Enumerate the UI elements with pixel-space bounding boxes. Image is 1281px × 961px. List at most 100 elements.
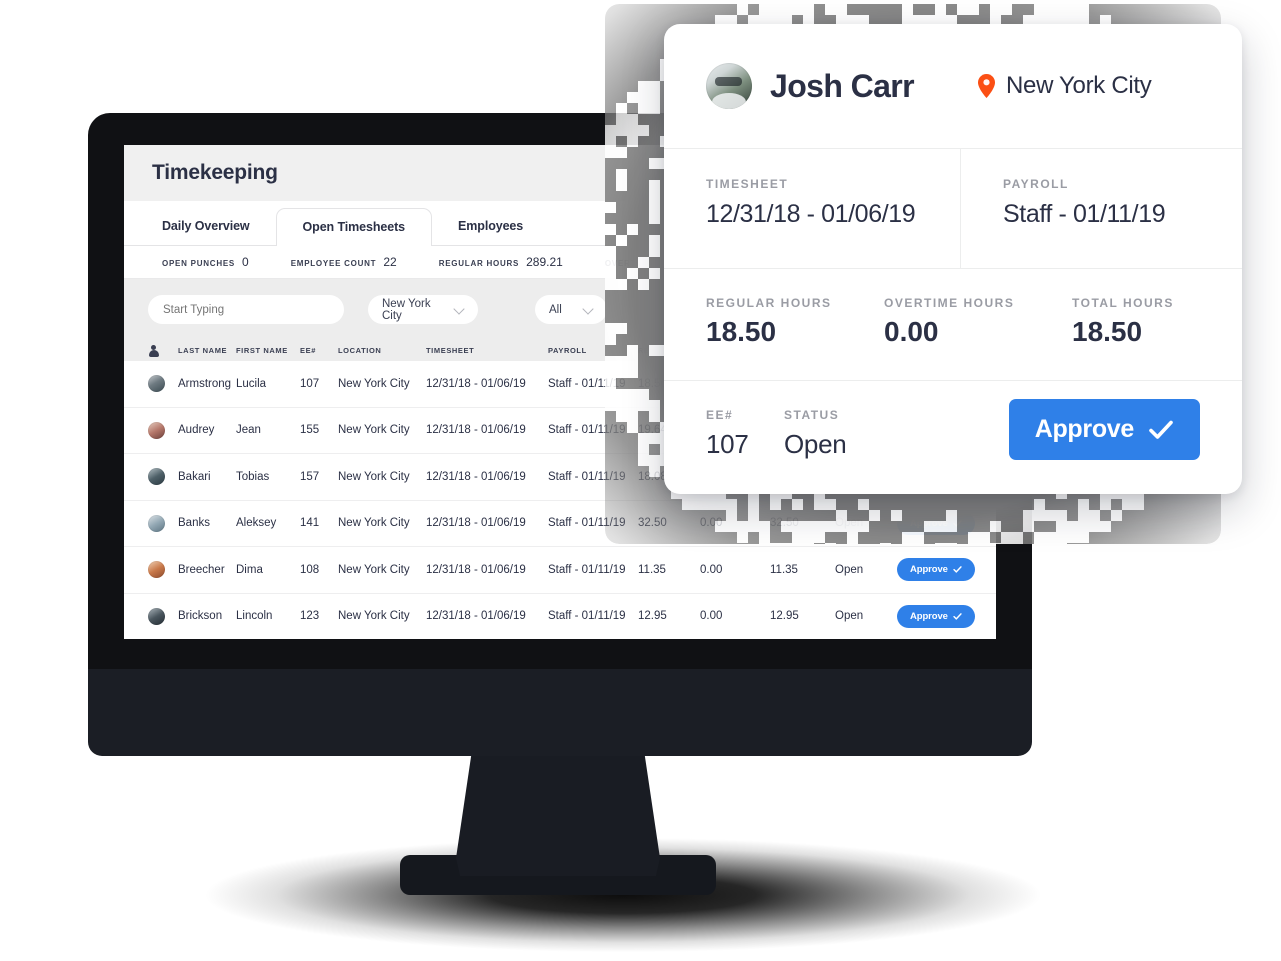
shadow-pixel <box>902 532 913 543</box>
shadow-pixel <box>649 180 660 191</box>
cell-ee: 108 <box>300 564 338 576</box>
status-filter-select[interactable]: All <box>535 295 607 324</box>
approve-button[interactable]: Approve <box>1009 399 1200 460</box>
shadow-pixel <box>1045 543 1056 554</box>
shadow-pixel <box>605 367 616 378</box>
row-approve-button[interactable]: Approve <box>897 558 975 581</box>
shadow-pixel <box>627 411 638 422</box>
cell-regular: 12.95 <box>638 610 700 622</box>
cell-ee: 107 <box>300 378 338 390</box>
shadow-pixel <box>781 4 792 15</box>
stat-employee-count: EMPLOYEE COUNT 22 <box>291 255 397 269</box>
search-input[interactable] <box>148 295 344 324</box>
shadow-pixel <box>616 147 627 158</box>
location-filter-value: New York City <box>382 298 446 322</box>
shadow-pixel <box>781 521 792 532</box>
ee-number-value: 107 <box>706 429 784 460</box>
cell-location: New York City <box>338 378 426 390</box>
detail-card-period-row: TIMESHEET 12/31/18 - 01/06/19 PAYROLL St… <box>664 149 1242 269</box>
tab-open-timesheets[interactable]: Open Timesheets <box>276 208 432 246</box>
status-badge: Open <box>784 429 846 460</box>
cell-last-name: Brickson <box>178 610 236 622</box>
shadow-pixel <box>1034 543 1045 554</box>
shadow-pixel <box>649 268 660 279</box>
shadow-pixel <box>935 4 946 15</box>
shadow-pixel <box>836 521 847 532</box>
cell-last-name: Armstrong <box>178 378 236 390</box>
cell-location: New York City <box>338 517 426 529</box>
stat-label: OPEN PUNCHES <box>162 259 235 268</box>
cell-last-name: Breecher <box>178 564 236 576</box>
shadow-pixel <box>1056 4 1067 15</box>
shadow-pixel <box>869 510 880 521</box>
shadow-pixel <box>649 411 660 422</box>
shadow-pixel <box>605 125 616 136</box>
shadow-pixel <box>649 433 660 444</box>
shadow-pixel <box>792 532 803 543</box>
row-avatar-cell <box>148 561 178 578</box>
shadow-pixel <box>1133 499 1144 510</box>
shadow-pixel <box>627 422 638 433</box>
overtime-hours-block: OVERTIME HOURS 0.00 <box>884 296 1072 380</box>
stat-label: REGULAR HOURS <box>439 259 519 268</box>
shadow-pixel <box>1045 510 1056 521</box>
row-approve-button[interactable]: Approve <box>897 605 975 628</box>
shadow-pixel <box>1056 543 1067 554</box>
shadow-pixel <box>627 389 638 400</box>
shadow-pixel <box>1056 510 1067 521</box>
shadow-pixel <box>649 191 660 202</box>
cell-location: New York City <box>338 471 426 483</box>
cell-regular: 11.35 <box>638 564 700 576</box>
shadow-pixel <box>638 125 649 136</box>
shadow-pixel <box>649 466 660 477</box>
shadow-pixel <box>693 499 704 510</box>
col-timesheet[interactable]: TIMESHEET <box>426 346 548 355</box>
shadow-pixel <box>1045 4 1056 15</box>
shadow-pixel <box>627 345 638 356</box>
col-first-name[interactable]: FIRST NAME <box>236 346 300 355</box>
map-pin-icon <box>978 74 995 98</box>
monitor-chin <box>88 669 1032 756</box>
stat-open-punches: OPEN PUNCHES 0 <box>162 255 249 269</box>
shadow-pixel <box>638 433 649 444</box>
payroll-block: PAYROLL Staff - 01/11/19 <box>961 149 1242 268</box>
cell-location: New York City <box>338 564 426 576</box>
overtime-hours-value: 0.00 <box>884 316 1072 348</box>
shadow-pixel <box>616 356 627 367</box>
col-location[interactable]: LOCATION <box>338 346 426 355</box>
shadow-pixel <box>759 4 770 15</box>
shadow-pixel <box>627 356 638 367</box>
cell-first-name: Lincoln <box>236 610 300 622</box>
cell-ee: 157 <box>300 471 338 483</box>
table-row[interactable]: Brickson Lincoln 123 New York City 12/31/18 … <box>124 594 996 640</box>
shadow-pixel <box>1078 510 1089 521</box>
col-last-name[interactable]: LAST NAME <box>178 346 236 355</box>
tab-daily-overview[interactable]: Daily Overview <box>136 208 276 245</box>
shadow-pixel <box>638 389 649 400</box>
tab-employees[interactable]: Employees <box>432 208 549 245</box>
shadow-pixel <box>847 521 858 532</box>
shadow-pixel <box>627 114 638 125</box>
shadow-pixel <box>1034 510 1045 521</box>
shadow-pixel <box>825 4 836 15</box>
shadow-pixel <box>814 499 825 510</box>
cell-action: Approve <box>897 605 987 628</box>
stat-regular-hours: REGULAR HOURS 289.21 <box>439 255 563 269</box>
shadow-pixel <box>836 510 847 521</box>
shadow-pixel <box>649 235 660 246</box>
shadow-pixel <box>638 444 649 455</box>
shadow-pixel <box>858 499 869 510</box>
shadow-pixel <box>605 268 616 279</box>
employee-location-label: New York City <box>1006 72 1152 100</box>
status-filter-value: All <box>549 304 562 316</box>
col-ee[interactable]: EE# <box>300 346 338 355</box>
shadow-pixel <box>924 521 935 532</box>
shadow-pixel <box>891 510 902 521</box>
cell-ee: 155 <box>300 424 338 436</box>
timesheet-label: TIMESHEET <box>706 177 960 191</box>
location-filter-select[interactable]: New York City <box>368 295 478 324</box>
shadow-pixel <box>605 136 616 147</box>
table-row[interactable]: Breecher Dima 108 New York City 12/31/18 - 0… <box>124 547 996 594</box>
shadow-pixel <box>649 246 660 257</box>
status-label: STATUS <box>784 408 846 422</box>
